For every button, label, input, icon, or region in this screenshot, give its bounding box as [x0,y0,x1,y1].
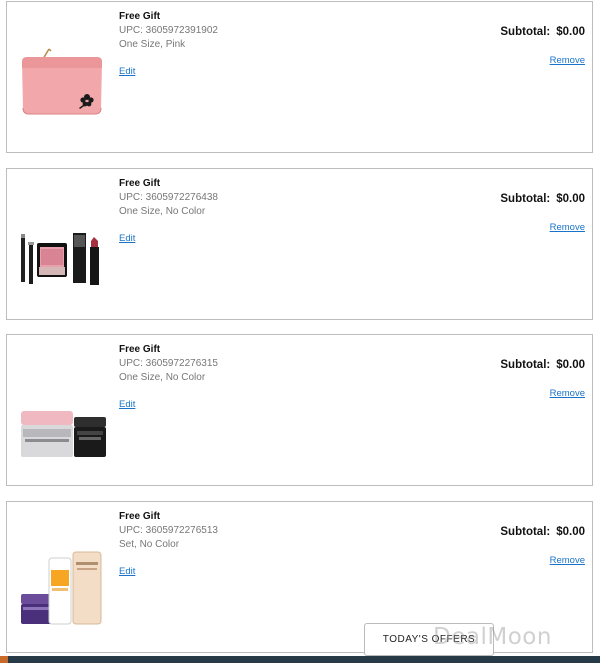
item-title: Free Gift [119,11,161,22]
item-upc: UPC: 3605972276438 [119,192,218,203]
item-title: Free Gift [119,178,161,189]
footer-bar [0,656,600,663]
remove-link[interactable]: Remove [550,388,585,399]
item-title: Free Gift [119,344,161,355]
subtotal-value: $0.00 [556,26,585,38]
subtotal-label: Subtotal: [500,193,551,205]
subtotal-value: $0.00 [556,359,585,371]
watermark: DealMoon [433,624,552,650]
subtotal-label: Subtotal: [500,359,551,371]
skincare-jars-image [21,411,106,457]
edit-link[interactable]: Edit [119,566,135,577]
item-upc: UPC: 3605972276513 [119,525,218,536]
subtotal: Subtotal: $0.00 [500,193,585,205]
subtotal-value: $0.00 [556,193,585,205]
remove-link[interactable]: Remove [550,555,585,566]
makeup-kit-image [21,233,99,285]
item-variant: One Size, Pink [119,39,186,50]
subtotal-value: $0.00 [556,526,585,538]
subtotal-label: Subtotal: [500,26,551,38]
edit-link[interactable]: Edit [119,399,135,410]
item-variant: One Size, No Color [119,206,206,217]
item-upc: UPC: 3605972276315 [119,358,218,369]
item-variant: One Size, No Color [119,372,206,383]
item-title: Free Gift [119,511,161,522]
cart-item: Free Gift UPC: 3605972391902 One Size, P… [6,1,593,153]
item-variant: Set, No Color [119,539,180,550]
remove-link[interactable]: Remove [550,55,585,66]
cart-item: Free Gift UPC: 3605972276438 One Size, N… [6,168,593,320]
subtotal-label: Subtotal: [500,526,551,538]
subtotal: Subtotal: $0.00 [500,359,585,371]
skincare-set-image [21,551,102,625]
cart-item: Free Gift UPC: 3605972276315 One Size, N… [6,334,593,486]
footer-accent [0,656,8,663]
item-upc: UPC: 3605972391902 [119,25,218,36]
edit-link[interactable]: Edit [119,233,135,244]
remove-link[interactable]: Remove [550,222,585,233]
subtotal: Subtotal: $0.00 [500,526,585,538]
subtotal: Subtotal: $0.00 [500,26,585,38]
pink-pouch-image [22,48,102,115]
edit-link[interactable]: Edit [119,66,135,77]
